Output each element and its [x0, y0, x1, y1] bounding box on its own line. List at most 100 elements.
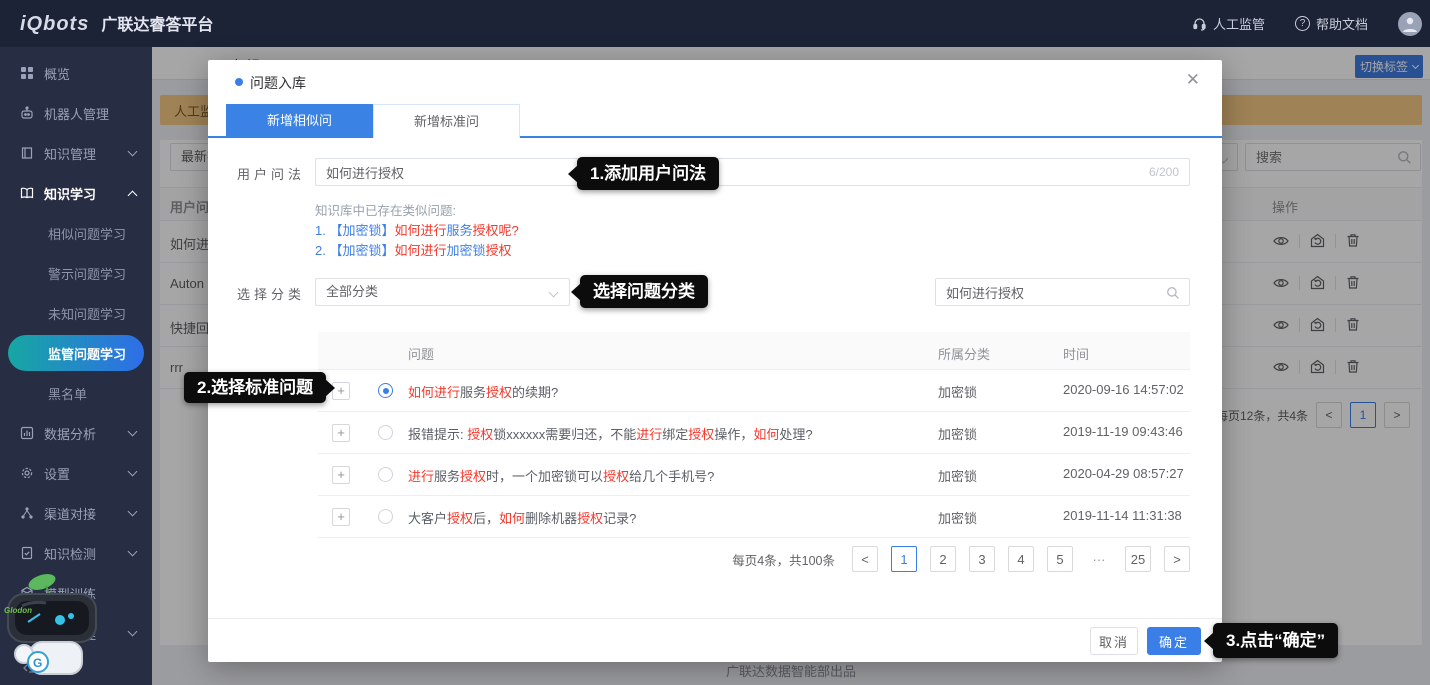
sidebar-item-label: 知识管理	[44, 144, 96, 163]
page-button-5[interactable]: 5	[1047, 546, 1073, 572]
next-page-button[interactable]: >	[1164, 546, 1190, 572]
time-cell: 2019-11-14 11:31:38	[1063, 508, 1182, 523]
sidebar-item-supervised-question-learning[interactable]: 监管问题学习	[8, 335, 144, 371]
sidebar-item-overview[interactable]: 概览	[0, 53, 152, 93]
category-cell: 加密锁	[938, 466, 977, 485]
sidebar-item-data-analysis[interactable]: 数据分析	[0, 413, 152, 453]
similar-question-link[interactable]: 1. 【加密锁】如何进行服务授权呢?	[315, 220, 519, 239]
pagination-ellipsis: ···	[1086, 546, 1112, 572]
book-open-icon	[20, 186, 34, 200]
sidebar-item-unknown-question-learning[interactable]: 未知问题学习	[0, 293, 152, 333]
chart-icon	[20, 426, 34, 440]
user-question-field: 6/200	[315, 158, 1190, 186]
modal-title: 问题入库	[250, 73, 306, 93]
sidebar: 概览 机器人管理 知识管理 知识学习 相似问题学习 警示问题学习 未知问题学习 …	[0, 47, 152, 685]
chevron-up-icon	[128, 191, 138, 201]
page-button-1[interactable]: 1	[891, 546, 917, 572]
modal-pagination: 每页4条，共100条 < 1 2 3 4 5 ··· 25 >	[318, 538, 1190, 580]
chevron-down-icon	[128, 467, 138, 477]
annotation-select-standard-question: 2.选择标准问题	[184, 372, 326, 403]
nodes-icon	[20, 506, 34, 520]
column-category: 所属分类	[938, 344, 990, 363]
page-button-3[interactable]: 3	[969, 546, 995, 572]
prev-page-button[interactable]: <	[852, 546, 878, 572]
radio-unselected[interactable]	[378, 467, 393, 482]
chevron-down-icon	[128, 147, 138, 157]
gear-icon	[20, 466, 34, 480]
chevron-down-icon	[549, 288, 559, 298]
cube-icon	[20, 586, 34, 600]
question-entry-modal: 问题入库 ✕ 新增相似问 新增标准问 用户问法 6/200 知识库中已存在类似问…	[208, 60, 1222, 662]
title-dot-icon	[235, 78, 243, 86]
sidebar-item-label: 概览	[44, 64, 70, 83]
table-row: + 进行服务授权时，一个加密锁可以授权给几个手机号? 加密锁 2020-04-2…	[318, 454, 1190, 496]
app-logo: iQbots 广联达睿答平台	[20, 11, 213, 36]
expand-icon[interactable]: +	[332, 466, 350, 484]
column-time: 时间	[1063, 344, 1089, 363]
table-row: + 大客户授权后，如何删除机器授权记录? 加密锁 2019-11-14 11:3…	[318, 496, 1190, 538]
table-header-row: 问题 所属分类 时间	[318, 332, 1190, 370]
manual-monitor-link[interactable]: 人工监管	[1192, 14, 1265, 33]
modal-tabs: 新增相似问 新增标准问	[208, 104, 1222, 138]
user-question-label: 用户问法	[237, 164, 305, 183]
sidebar-item-warning-question-learning[interactable]: 警示问题学习	[0, 253, 152, 293]
chevron-down-icon	[128, 507, 138, 517]
page-button-2[interactable]: 2	[930, 546, 956, 572]
char-counter: 6/200	[1149, 165, 1179, 179]
sidebar-item-knowledge-learning[interactable]: 知识学习	[0, 173, 152, 213]
sidebar-item-label: 数据分析	[44, 424, 96, 443]
expand-icon[interactable]: +	[332, 424, 350, 442]
column-question: 问题	[408, 344, 434, 363]
modal-search-input[interactable]	[936, 279, 1151, 305]
chevron-down-icon	[128, 627, 138, 637]
sidebar-item-label: 监管问题学习	[48, 344, 126, 363]
sidebar-item-similar-question-learning[interactable]: 相似问题学习	[0, 213, 152, 253]
pagination-summary: 每页4条，共100条	[732, 550, 835, 569]
sidebar-item-robot-management[interactable]: 机器人管理	[0, 93, 152, 133]
sidebar-item-label: 未知问题学习	[48, 304, 126, 323]
time-cell: 2019-11-19 09:43:46	[1063, 424, 1183, 439]
sidebar-item-personnel-management[interactable]: 人员管理	[0, 613, 152, 653]
expand-icon[interactable]: +	[332, 508, 350, 526]
close-icon[interactable]: ✕	[1186, 70, 1200, 90]
category-label: 选择分类	[237, 284, 305, 303]
tab-add-standard-question[interactable]: 新增标准问	[373, 104, 520, 138]
sidebar-item-knowledge-detection[interactable]: 知识检测	[0, 533, 152, 573]
standard-question-table: 问题 所属分类 时间 + 如何进行服务授权的续期? 加密锁 2020-09-16…	[318, 332, 1190, 580]
page-button-25[interactable]: 25	[1125, 546, 1151, 572]
sidebar-item-blacklist[interactable]: 黑名单	[0, 373, 152, 413]
question-text: 报错提示: 授权锁xxxxxx需要归还，不能进行绑定授权操作，如何处理?	[408, 424, 813, 443]
sidebar-collapse-button[interactable]	[22, 661, 38, 675]
grid-icon	[20, 66, 34, 80]
sidebar-item-label: 人员管理	[44, 624, 96, 643]
headset-icon	[1192, 16, 1207, 31]
sidebar-item-label: 机器人管理	[44, 104, 109, 123]
radio-unselected[interactable]	[378, 509, 393, 524]
radio-selected[interactable]	[378, 383, 393, 398]
sidebar-item-label: 设置	[44, 464, 70, 483]
app-header: iQbots 广联达睿答平台 人工监管 ? 帮助文档	[0, 0, 1430, 47]
cancel-button[interactable]: 取消	[1090, 627, 1138, 655]
category-select[interactable]: 全部分类	[315, 278, 570, 306]
category-cell: 加密锁	[938, 382, 977, 401]
footer-divider	[208, 618, 1222, 619]
sidebar-item-model-training[interactable]: 模型训练	[0, 573, 152, 613]
tab-add-similar-question[interactable]: 新增相似问	[226, 104, 373, 138]
sidebar-item-label: 知识学习	[44, 184, 96, 203]
modal-search-box	[935, 278, 1190, 306]
help-doc-link[interactable]: ? 帮助文档	[1295, 14, 1368, 33]
page-button-4[interactable]: 4	[1008, 546, 1034, 572]
similar-question-link[interactable]: 2. 【加密锁】如何进行加密锁授权	[315, 240, 512, 259]
sidebar-item-knowledge-management[interactable]: 知识管理	[0, 133, 152, 173]
sidebar-item-channel-connection[interactable]: 渠道对接	[0, 493, 152, 533]
table-row: + 报错提示: 授权锁xxxxxx需要归还，不能进行绑定授权操作，如何处理? 加…	[318, 412, 1190, 454]
sidebar-item-label: 知识检测	[44, 544, 96, 563]
table-row: + 如何进行服务授权的续期? 加密锁 2020-09-16 14:57:02	[318, 370, 1190, 412]
sidebar-item-settings[interactable]: 设置	[0, 453, 152, 493]
annotation-click-confirm: 3.点击“确定”	[1213, 623, 1338, 658]
confirm-button[interactable]: 确定	[1147, 627, 1201, 655]
radio-unselected[interactable]	[378, 425, 393, 440]
search-icon	[1166, 286, 1180, 300]
robot-icon	[20, 106, 34, 120]
user-avatar[interactable]	[1398, 12, 1422, 36]
